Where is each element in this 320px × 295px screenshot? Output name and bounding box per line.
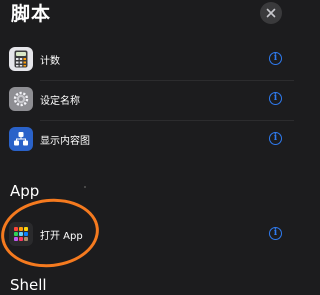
action-label: 设定名称 bbox=[40, 96, 80, 107]
action-row-set-name[interactable]: 设定名称 i bbox=[0, 80, 294, 120]
section-title-app: App bbox=[10, 182, 40, 200]
close-button[interactable] bbox=[260, 2, 282, 24]
info-icon[interactable]: i bbox=[269, 227, 282, 240]
stray-dot bbox=[84, 186, 86, 188]
info-icon[interactable]: i bbox=[269, 52, 282, 65]
info-icon[interactable]: i bbox=[269, 132, 282, 145]
gear-icon bbox=[9, 87, 33, 111]
sheet-header: 脚本 bbox=[0, 0, 294, 28]
action-row-count[interactable]: 计数 i bbox=[0, 40, 294, 80]
content-graph-icon bbox=[9, 127, 33, 151]
sheet-title: 脚本 bbox=[11, 3, 52, 25]
calculator-icon bbox=[9, 47, 33, 71]
info-icon[interactable]: i bbox=[269, 92, 282, 105]
action-label: 显示内容图 bbox=[40, 136, 90, 147]
highlight-annotation bbox=[0, 194, 103, 272]
close-icon bbox=[266, 8, 276, 18]
action-row-show-content-graph[interactable]: 显示内容图 i bbox=[0, 120, 294, 160]
action-label: 计数 bbox=[40, 56, 60, 67]
section-title-shell: Shell bbox=[10, 276, 47, 294]
